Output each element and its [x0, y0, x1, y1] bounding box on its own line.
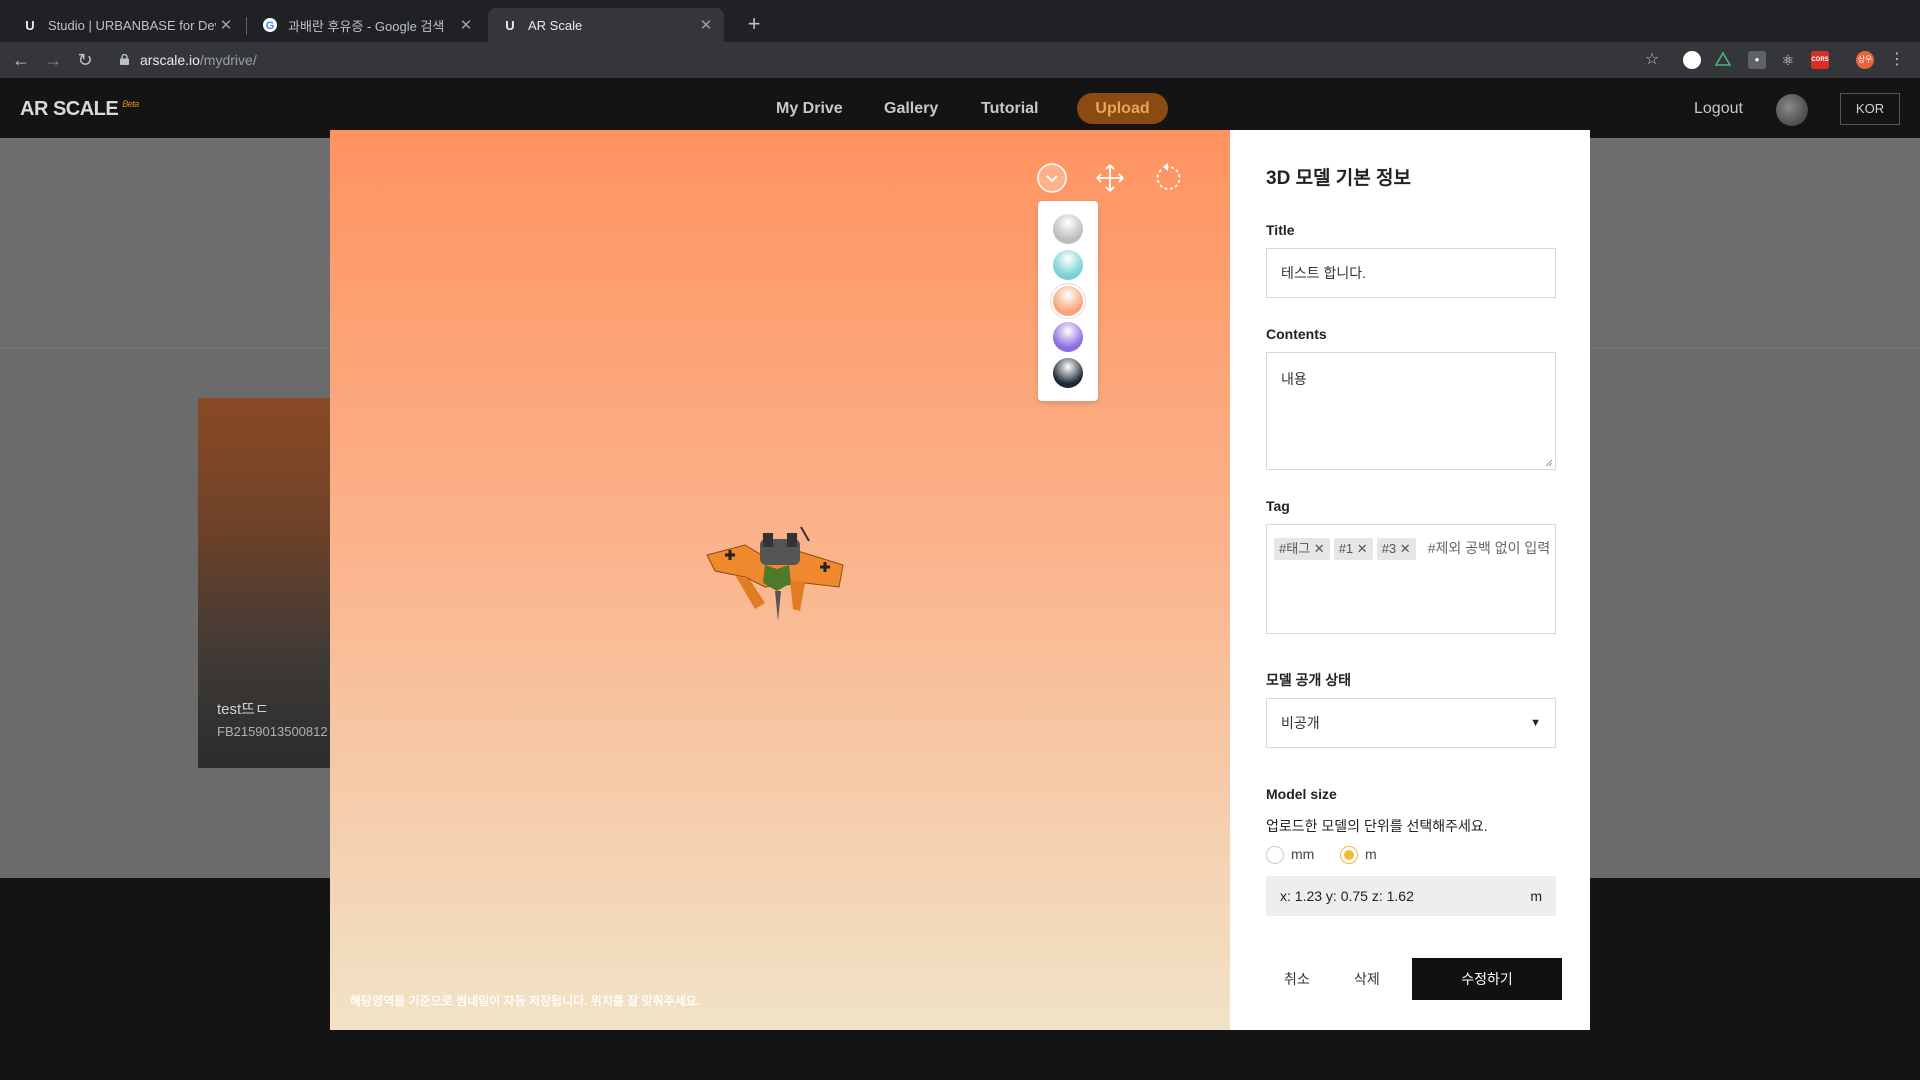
card-code: FB2159013500812 — [217, 724, 328, 739]
rotate-reset-icon[interactable] — [1150, 160, 1186, 196]
upload-button[interactable]: Upload — [1077, 93, 1168, 124]
close-icon[interactable]: ✕ — [696, 16, 716, 34]
browser-toolbar: ← → ↻ arscale.io/mydrive/ ☆ ● ⚛ CORS 상우 … — [0, 42, 1920, 78]
model-viewer[interactable]: 해당영역을 기준으로 썸네일이 자동 저장됩니다. 위치를 잘 맞춰주세요. — [330, 130, 1230, 1030]
beta-badge: Beta — [122, 99, 139, 109]
background-color-palette — [1038, 201, 1098, 401]
thumbnail-hint: 해당영역을 기준으로 썸네일이 자동 저장됩니다. 위치를 잘 맞춰주세요. — [350, 994, 701, 1008]
radio-m-label: m — [1365, 846, 1377, 862]
card-title: test뜨ㄷ — [217, 701, 269, 718]
avatar[interactable] — [1776, 94, 1808, 126]
tag-chip: #3 ✕ — [1376, 538, 1416, 560]
swatch-orange[interactable] — [1053, 286, 1083, 316]
swatch-navy[interactable] — [1053, 358, 1083, 388]
urbanbase-favicon-icon: U — [25, 17, 35, 33]
delete-button[interactable]: 삭제 — [1354, 969, 1380, 989]
resize-handle-icon[interactable] — [1545, 459, 1553, 467]
shield-icon[interactable] — [1683, 51, 1701, 69]
browser-tab-strip: U Studio | URBANBASE for Devel ✕ G 과배란 후… — [0, 0, 1920, 42]
cancel-button[interactable]: 취소 — [1284, 969, 1310, 989]
chevron-down-icon — [1037, 163, 1067, 193]
tag-label: Tag — [1266, 498, 1290, 514]
address-bar[interactable]: arscale.io/mydrive/ — [110, 46, 1650, 74]
size-label: Model size — [1266, 786, 1337, 802]
model-card[interactable]: test뜨ㄷ FB2159013500812 — [198, 398, 330, 768]
back-icon[interactable]: ← — [8, 47, 34, 73]
swatch-cyan[interactable] — [1053, 250, 1083, 280]
url-path: /mydrive/ — [199, 52, 257, 68]
contents-label: Contents — [1266, 326, 1327, 342]
move-icon[interactable] — [1092, 160, 1128, 196]
contents-textarea[interactable]: 내용 — [1266, 352, 1556, 470]
browser-tab[interactable]: G 과배란 후유증 - Google 검색 ✕ — [248, 8, 484, 42]
radio-mm[interactable] — [1266, 846, 1284, 864]
tag-text: #3 — [1381, 541, 1397, 556]
status-select[interactable]: 비공개 ▼ — [1266, 698, 1556, 748]
background-color-toggle[interactable] — [1034, 160, 1070, 196]
tab-divider — [246, 17, 247, 35]
tag-input[interactable]: #태그 ✕ #1 ✕ #3 ✕ #제외 공백 없이 입력 — [1266, 524, 1556, 634]
app-logo[interactable]: AR SCALE Beta — [20, 98, 139, 121]
nav-my-drive[interactable]: My Drive — [776, 100, 843, 118]
react-icon[interactable]: ⚛ — [1779, 51, 1797, 69]
google-favicon-icon: G — [262, 17, 278, 33]
lock-icon — [120, 48, 130, 76]
nav-gallery[interactable]: Gallery — [884, 100, 938, 118]
logo-text: AR SCALE — [20, 98, 119, 120]
logout-link[interactable]: Logout — [1694, 100, 1743, 118]
status-label: 모델 공개 상태 — [1266, 672, 1352, 688]
swatch-gray[interactable] — [1053, 214, 1083, 244]
title-input[interactable]: 테스트 합니다. — [1266, 248, 1556, 298]
close-icon[interactable]: ✕ — [216, 16, 236, 34]
remove-tag-icon[interactable]: ✕ — [1400, 541, 1411, 556]
cors-icon[interactable]: CORS — [1811, 51, 1829, 69]
forward-icon[interactable]: → — [40, 47, 66, 73]
triangle-icon[interactable] — [1714, 51, 1732, 69]
radio-m[interactable] — [1340, 846, 1358, 864]
status-value: 비공개 — [1281, 715, 1320, 731]
title-label: Title — [1266, 222, 1295, 238]
swatch-purple[interactable] — [1053, 322, 1083, 352]
urbanbase-favicon-icon: U — [505, 17, 515, 33]
dimensions-value: x: 1.23 y: 0.75 z: 1.62 — [1280, 888, 1414, 904]
caret-down-icon: ▼ — [1530, 717, 1541, 729]
new-tab-button[interactable]: + — [740, 10, 768, 38]
airplane-model-icon[interactable] — [705, 525, 845, 625]
tab-title: Studio | URBANBASE for Devel — [48, 17, 216, 33]
bookmark-star-icon[interactable]: ☆ — [1643, 51, 1661, 69]
close-icon[interactable]: ✕ — [456, 16, 476, 34]
tab-title: 과배란 후유증 - Google 검색 — [288, 18, 445, 34]
panel-heading: 3D 모델 기본 정보 — [1266, 168, 1412, 189]
tag-text: #1 — [1338, 541, 1354, 556]
language-button[interactable]: KOR — [1840, 93, 1900, 125]
size-description: 업로드한 모델의 단위를 선택해주세요. — [1266, 818, 1488, 834]
svg-text:G: G — [266, 20, 275, 32]
app-header: AR SCALE Beta My Drive Gallery Tutorial U… — [0, 78, 1920, 138]
url-host: arscale.io — [140, 52, 200, 68]
browser-tab[interactable]: U Studio | URBANBASE for Devel ✕ — [8, 8, 244, 42]
model-dimensions: x: 1.23 y: 0.75 z: 1.62 m — [1266, 876, 1556, 916]
profile-icon[interactable]: 상우 — [1856, 51, 1874, 69]
save-button[interactable]: 수정하기 — [1412, 958, 1562, 1000]
model-info-panel: 3D 모델 기본 정보 Title 테스트 합니다. Contents 내용 T… — [1230, 130, 1590, 1030]
tag-text: #태그 — [1279, 541, 1311, 556]
dimensions-unit: m — [1530, 888, 1542, 904]
remove-tag-icon[interactable]: ✕ — [1357, 541, 1368, 556]
tag-chip: #1 ✕ — [1333, 538, 1373, 560]
tab-title: AR Scale — [528, 17, 583, 33]
reload-icon[interactable]: ↻ — [72, 47, 98, 73]
contents-text: 내용 — [1281, 371, 1307, 387]
radio-dot — [1344, 850, 1354, 860]
browser-tab-active[interactable]: U AR Scale ✕ — [488, 8, 724, 42]
browser-menu-icon[interactable]: ⋮ — [1888, 51, 1906, 69]
tag-chip: #태그 ✕ — [1274, 538, 1330, 560]
remove-tag-icon[interactable]: ✕ — [1314, 541, 1325, 556]
nav-tutorial[interactable]: Tutorial — [981, 100, 1038, 118]
tag-placeholder: #제외 공백 없이 입력 — [1427, 540, 1551, 556]
radio-mm-label: mm — [1291, 846, 1315, 862]
bulb-icon[interactable]: ● — [1748, 51, 1766, 69]
